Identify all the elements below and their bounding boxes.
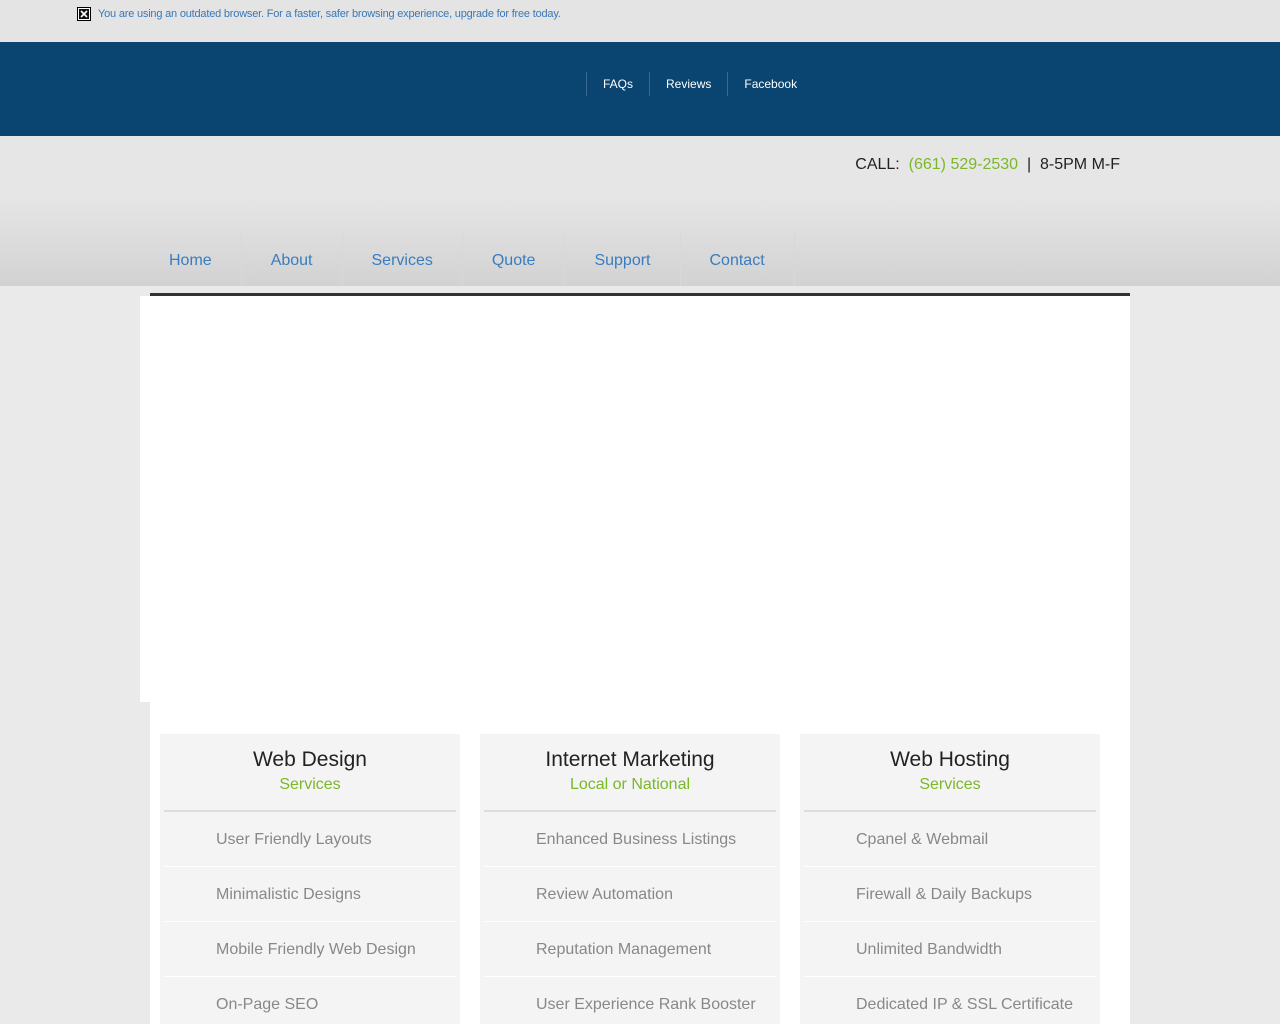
site-header: CALL: (661) 529-2530 | 8-5PM M-F Home Ab… xyxy=(0,136,1280,286)
column-header: Internet Marketing Local or National xyxy=(484,734,776,812)
list-item[interactable]: On-Page SEO xyxy=(164,977,456,1024)
call-separator: | xyxy=(1026,156,1032,173)
column-header: Web Design Services xyxy=(164,734,456,812)
list-item[interactable]: Review Automation xyxy=(484,867,776,922)
list-item[interactable]: User Experience Rank Booster xyxy=(484,977,776,1024)
nav-item-about[interactable]: About xyxy=(242,232,343,286)
list-item[interactable]: User Friendly Layouts xyxy=(164,812,456,867)
column-list: User Friendly Layouts Minimalistic Desig… xyxy=(164,812,456,1024)
business-hours: 8-5PM M-F xyxy=(1040,156,1120,173)
outdated-browser-notice: You are using an outdated browser. For a… xyxy=(0,0,1280,42)
column-list: Enhanced Business Listings Review Automa… xyxy=(484,812,776,1024)
hero-slider xyxy=(140,296,1130,702)
nav-item-contact[interactable]: Contact xyxy=(681,232,795,286)
column-list: Cpanel & Webmail Firewall & Daily Backup… xyxy=(804,812,1096,1024)
list-item[interactable]: Dedicated IP & SSL Certificate xyxy=(804,977,1096,1024)
list-item[interactable]: Minimalistic Designs xyxy=(164,867,456,922)
list-item[interactable]: Cpanel & Webmail xyxy=(804,812,1096,867)
topnav-item-facebook[interactable]: Facebook xyxy=(727,72,813,96)
services-section: Web Design Services User Friendly Layout… xyxy=(150,702,1130,1024)
list-item[interactable]: Mobile Friendly Web Design xyxy=(164,922,456,977)
nav-item-quote[interactable]: Quote xyxy=(463,232,566,286)
service-column-internet-marketing: Internet Marketing Local or National Enh… xyxy=(480,734,780,1024)
top-bar: FAQs Reviews Facebook xyxy=(0,42,1280,136)
column-subtitle: Local or National xyxy=(569,776,691,793)
column-subtitle: Services xyxy=(919,776,981,793)
column-title: Web Hosting xyxy=(890,748,1010,771)
notice-text[interactable]: You are using an outdated browser. For a… xyxy=(98,8,561,20)
close-icon[interactable] xyxy=(77,7,91,21)
service-column-web-hosting: Web Hosting Services Cpanel & Webmail Fi… xyxy=(800,734,1100,1024)
top-nav: FAQs Reviews Facebook xyxy=(586,72,813,96)
main-nav: Home About Services Quote Support Contac… xyxy=(140,232,795,286)
list-item[interactable]: Enhanced Business Listings xyxy=(484,812,776,867)
column-title: Internet Marketing xyxy=(545,748,715,771)
call-info: CALL: (661) 529-2530 | 8-5PM M-F xyxy=(855,156,1120,174)
nav-item-support[interactable]: Support xyxy=(565,232,681,286)
topnav-item-faqs[interactable]: FAQs xyxy=(586,72,649,96)
column-header: Web Hosting Services xyxy=(804,734,1096,812)
nav-item-services[interactable]: Services xyxy=(343,232,463,286)
column-subtitle: Services xyxy=(279,776,341,793)
service-column-web-design: Web Design Services User Friendly Layout… xyxy=(160,734,460,1024)
column-title: Web Design xyxy=(252,748,367,771)
nav-item-home[interactable]: Home xyxy=(140,232,242,286)
call-label: CALL: xyxy=(855,156,900,173)
list-item[interactable]: Firewall & Daily Backups xyxy=(804,867,1096,922)
list-item[interactable]: Unlimited Bandwidth xyxy=(804,922,1096,977)
phone-number[interactable]: (661) 529-2530 xyxy=(909,156,1018,173)
list-item[interactable]: Reputation Management xyxy=(484,922,776,977)
topnav-item-reviews[interactable]: Reviews xyxy=(649,72,727,96)
